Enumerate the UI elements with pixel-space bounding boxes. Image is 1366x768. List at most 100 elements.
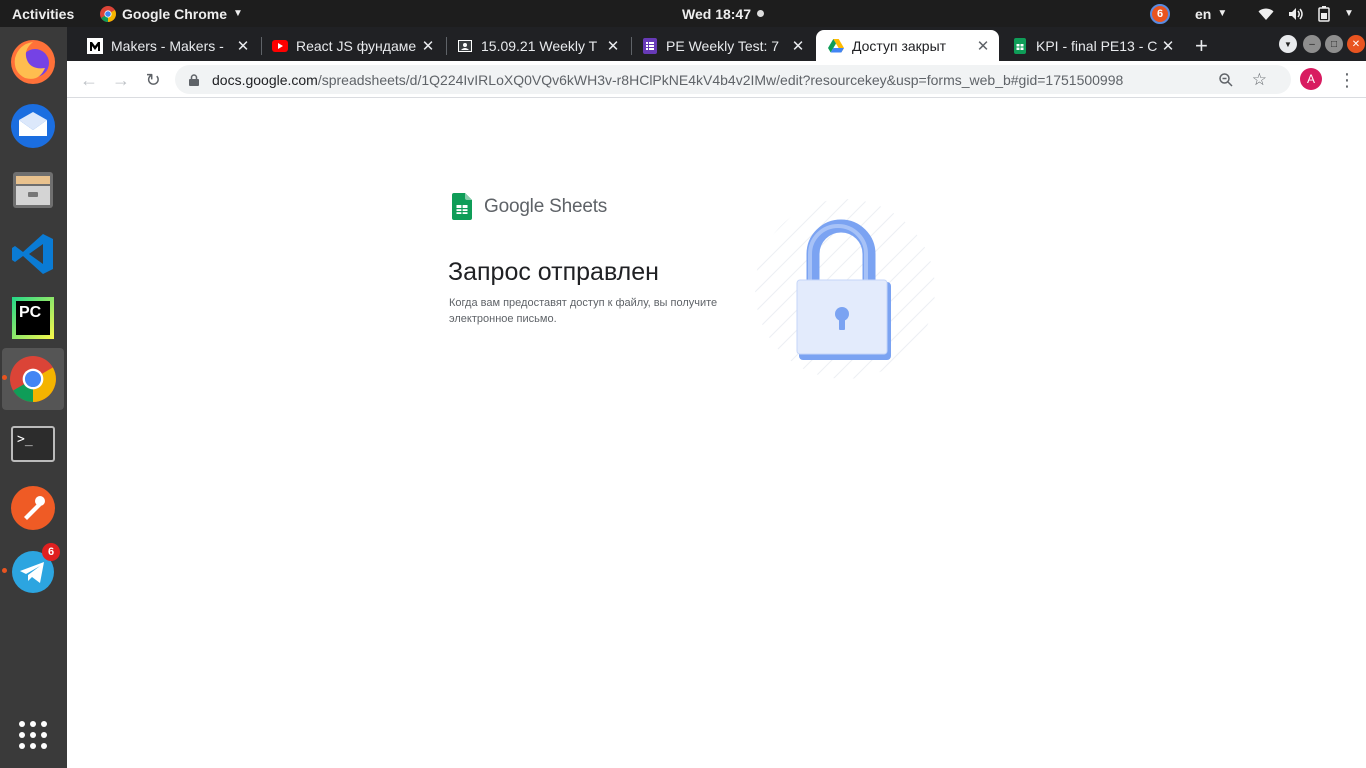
tab-makers[interactable]: Makers - Makers - ✕ bbox=[75, 30, 259, 61]
chrome-tab-strip: Makers - Makers - ✕ React JS фундаме ✕ 1… bbox=[67, 27, 1366, 61]
chrome-menu-button[interactable]: ⋮ bbox=[1335, 68, 1359, 92]
language-label: en bbox=[1195, 5, 1212, 22]
pycharm-icon: PC bbox=[12, 297, 54, 339]
close-icon[interactable]: ✕ bbox=[788, 37, 808, 55]
forms-icon bbox=[643, 37, 657, 54]
maximize-icon: □ bbox=[1330, 38, 1338, 50]
tab-pe-weekly-test[interactable]: PE Weekly Test: 7 ✕ bbox=[630, 30, 814, 61]
minimize-icon: – bbox=[1309, 38, 1315, 50]
dock-item-terminal[interactable]: >_ bbox=[2, 413, 64, 475]
running-indicator bbox=[2, 568, 7, 573]
chrome-toolbar: ← → ↻ docs.google.com/spreadsheets/d/1Q2… bbox=[67, 61, 1366, 98]
classroom-icon bbox=[458, 39, 472, 52]
activities-label: Activities bbox=[12, 5, 75, 22]
dock-item-postman[interactable] bbox=[2, 477, 64, 539]
notification-count: 6 bbox=[1150, 3, 1170, 24]
dock-item-vscode[interactable] bbox=[2, 223, 64, 285]
dock-item-chrome[interactable] bbox=[2, 348, 64, 410]
drive-icon bbox=[828, 38, 844, 52]
dock-item-firefox[interactable] bbox=[2, 31, 64, 93]
page-description: Когда вам предоставят доступ к файлу, вы… bbox=[449, 297, 718, 325]
zoom-icon[interactable] bbox=[1219, 72, 1233, 87]
back-button[interactable]: ← bbox=[77, 68, 101, 92]
youtube-icon bbox=[272, 39, 288, 52]
dock-item-files[interactable] bbox=[2, 159, 64, 221]
url-path: /spreadsheets/d/1Q224IvIRLoXQ0VQv6kWH3v-… bbox=[317, 71, 1124, 88]
volume-icon bbox=[1289, 7, 1303, 20]
tab-search-button[interactable]: ▼ bbox=[1279, 35, 1297, 53]
url-host: docs.google.com bbox=[212, 71, 318, 88]
dock-item-telegram[interactable]: 6 bbox=[2, 541, 64, 603]
files-icon bbox=[13, 172, 53, 208]
padlock-illustration bbox=[755, 199, 935, 379]
close-icon[interactable]: ✕ bbox=[418, 37, 438, 55]
telegram-badge: 6 bbox=[42, 543, 60, 561]
running-indicator bbox=[2, 375, 7, 380]
close-icon[interactable]: ✕ bbox=[973, 37, 993, 55]
clock-label: Wed 18:47 bbox=[682, 5, 751, 22]
tab-title: KPI - final PE13 - C bbox=[1036, 37, 1158, 54]
thunderbird-icon bbox=[11, 104, 55, 148]
reload-icon: ↻ bbox=[145, 69, 161, 90]
forward-button[interactable]: → bbox=[109, 68, 133, 92]
chevron-down-icon: ▼ bbox=[1344, 8, 1354, 19]
vscode-icon bbox=[12, 234, 53, 274]
close-icon[interactable]: ✕ bbox=[603, 37, 623, 55]
address-bar[interactable]: docs.google.com/spreadsheets/d/1Q224IvIR… bbox=[175, 65, 1291, 94]
lock-icon bbox=[189, 73, 199, 86]
minimize-button[interactable]: – bbox=[1303, 35, 1321, 53]
maximize-button[interactable]: □ bbox=[1325, 35, 1343, 53]
chevron-down-icon: ▼ bbox=[1284, 39, 1292, 49]
sheets-icon bbox=[1014, 37, 1026, 54]
activities-button[interactable]: Activities bbox=[12, 0, 74, 27]
wifi-icon bbox=[1258, 8, 1274, 20]
chevron-down-icon: ▼ bbox=[233, 8, 243, 19]
chrome-icon bbox=[10, 356, 56, 402]
close-window-button[interactable]: ✕ bbox=[1347, 35, 1365, 53]
tab-react[interactable]: React JS фундаме ✕ bbox=[260, 30, 444, 61]
page-title: Запрос отправлен bbox=[448, 258, 659, 286]
arrow-right-icon: → bbox=[112, 69, 130, 90]
dock-item-pycharm[interactable]: PC bbox=[2, 287, 64, 349]
reload-button[interactable]: ↻ bbox=[141, 68, 165, 92]
clock-button[interactable]: Wed 18:47 bbox=[682, 0, 764, 27]
tab-title: Makers - Makers - bbox=[111, 37, 224, 54]
firefox-icon bbox=[11, 40, 55, 84]
tab-title: 15.09.21 Weekly T bbox=[481, 37, 598, 54]
makers-icon bbox=[87, 37, 103, 54]
system-menu[interactable]: ▼ bbox=[1258, 0, 1354, 27]
tab-title: PE Weekly Test: 7 bbox=[666, 37, 780, 54]
close-icon[interactable]: ✕ bbox=[233, 37, 253, 55]
new-tab-button[interactable]: + bbox=[1195, 33, 1208, 59]
chevron-down-icon: ▼ bbox=[1217, 8, 1228, 19]
page-content: Google Sheets Запрос отправлен Когда вам… bbox=[67, 98, 1366, 768]
google-sheets-logo: Google Sheets bbox=[452, 193, 607, 220]
star-icon[interactable]: ☆ bbox=[1252, 70, 1267, 90]
status-dot-icon bbox=[757, 10, 764, 17]
close-icon[interactable]: ✕ bbox=[1158, 37, 1178, 55]
show-applications-button[interactable] bbox=[2, 704, 64, 766]
plus-icon: + bbox=[1195, 33, 1208, 58]
tab-access-denied[interactable]: Доступ закрыт ✕ bbox=[816, 30, 999, 61]
ubuntu-dock: PC >_ 6 bbox=[0, 27, 67, 768]
sheets-icon bbox=[452, 193, 472, 220]
app-menu-button[interactable]: Google Chrome ▼ bbox=[100, 0, 243, 27]
profile-avatar[interactable]: A bbox=[1300, 68, 1322, 90]
tab-title: React JS фундаме bbox=[296, 37, 417, 54]
language-switcher[interactable]: en ▼ bbox=[1195, 0, 1227, 27]
tab-title: Доступ закрыт bbox=[852, 37, 947, 54]
terminal-icon: >_ bbox=[11, 426, 55, 462]
pycharm-label: PC bbox=[16, 301, 50, 335]
more-vert-icon: ⋮ bbox=[1338, 69, 1356, 90]
arrow-left-icon: ← bbox=[80, 69, 98, 90]
tab-weekly[interactable]: 15.09.21 Weekly T ✕ bbox=[445, 30, 629, 61]
postman-icon bbox=[11, 486, 55, 530]
close-icon: ✕ bbox=[1351, 38, 1361, 50]
brand-name: Google Sheets bbox=[484, 195, 608, 217]
app-grid-icon bbox=[19, 721, 47, 749]
tab-kpi[interactable]: KPI - final PE13 - C ✕ bbox=[1000, 30, 1184, 61]
dock-item-thunderbird[interactable] bbox=[2, 95, 64, 157]
app-menu-label: Google Chrome bbox=[122, 5, 228, 22]
chrome-icon bbox=[100, 5, 116, 22]
notification-indicator[interactable]: 6 bbox=[1150, 0, 1170, 27]
